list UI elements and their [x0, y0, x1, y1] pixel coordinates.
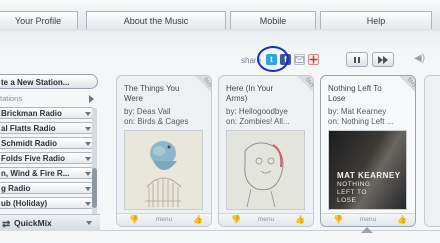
track-title[interactable]: The Things You Were — [124, 84, 194, 104]
track-card[interactable]: buy The Things You Were by: Deas Vail on… — [116, 75, 212, 227]
station-item[interactable]: Brickman Radio — [0, 107, 96, 119]
myspace-share-icon[interactable] — [308, 54, 319, 65]
track-card[interactable]: buy Here (In Your Arms) by: Hellogoodbye… — [218, 75, 314, 227]
track-title[interactable]: Nothing Left To Lose — [328, 84, 398, 104]
track-card-next-peek — [424, 75, 440, 227]
tab-about-the-music[interactable]: About the Music — [86, 11, 226, 29]
volume-icon[interactable]: ◀) — [414, 53, 425, 64]
stations-header[interactable]: tations — [0, 94, 96, 106]
station-label: n, Wind & Fire R... — [1, 169, 70, 178]
track-album[interactable]: on: Zombies! All... — [226, 117, 312, 127]
album-art[interactable]: MAT KEARNEY NOTHING LEFT TO LOSE — [328, 130, 407, 210]
chevron-down-icon[interactable] — [85, 127, 91, 131]
station-item[interactable]: Folds Five Radio — [0, 152, 96, 164]
tab-your-profile[interactable]: Your Profile — [0, 11, 78, 29]
chevron-down-icon[interactable] — [85, 112, 91, 116]
thumbs-up-icon[interactable]: 👍 — [397, 214, 407, 226]
track-artist[interactable]: by: Hellogoodbye — [226, 107, 312, 117]
card-footer: 👎 menu 👍 — [219, 213, 313, 226]
chevron-down-icon[interactable] — [86, 221, 92, 225]
station-label: Brickman Radio — [1, 109, 62, 118]
track-album[interactable]: on: Birds & Cages — [124, 117, 210, 127]
track-title[interactable]: Here (In Your Arms) — [226, 84, 296, 104]
station-item[interactable]: g Radio — [0, 182, 96, 194]
scrollbar-thumb[interactable] — [92, 168, 97, 208]
album-art[interactable] — [226, 130, 305, 210]
thumbs-up-icon[interactable]: 👍 — [295, 214, 305, 226]
card-footer: 👎 menu 👍 — [117, 213, 211, 226]
sidebar-scrollbar[interactable] — [92, 108, 97, 218]
top-nav: Your Profile About the Music Mobile Help — [0, 0, 440, 32]
divider — [100, 230, 440, 231]
album-art-title-line: NOTHING — [337, 181, 371, 188]
album-art-title-line: LOSE — [337, 197, 357, 204]
create-new-station-button[interactable]: te a New Station... — [0, 74, 98, 89]
chevron-down-icon[interactable] — [85, 172, 91, 176]
track-album[interactable]: on: Nothing Left ... — [328, 117, 414, 127]
shuffle-icon: ⇄ — [2, 219, 11, 230]
skip-button[interactable] — [372, 52, 394, 67]
station-sidebar: te a New Station... tations Brickman Rad… — [0, 74, 100, 237]
chevron-down-icon[interactable] — [85, 157, 91, 161]
share-highlight-circle — [257, 46, 289, 72]
station-list: Brickman Radio al Flatts Radio Schmidt R… — [0, 107, 96, 212]
station-label: ub (Holiday) — [1, 199, 48, 208]
station-label: Folds Five Radio — [1, 154, 66, 163]
stations-header-label: tations — [0, 94, 23, 103]
track-artist[interactable]: by: Mat Kearney — [328, 107, 414, 117]
station-label: g Radio — [1, 184, 31, 193]
card-footer: 👎 menu 👍 — [321, 213, 415, 226]
album-art-artist: MAT KEARNEY — [337, 171, 401, 180]
quickmix-station[interactable]: ⇄ QuickMix — [0, 214, 100, 231]
album-art[interactable] — [124, 130, 203, 210]
station-item[interactable]: al Flatts Radio — [0, 122, 96, 134]
station-item[interactable]: ub (Holiday) — [0, 197, 96, 209]
skip-icon-second — [383, 56, 388, 64]
email-share-icon[interactable] — [294, 54, 305, 65]
station-item[interactable]: n, Wind & Fire R... — [0, 167, 96, 179]
header-band — [0, 31, 440, 51]
chevron-right-icon — [89, 95, 94, 103]
pause-icon — [354, 57, 356, 63]
quickmix-label: QuickMix — [14, 218, 52, 228]
menu-pointer — [361, 227, 373, 233]
track-artist[interactable]: by: Deas Vail — [124, 107, 210, 117]
chevron-down-icon[interactable] — [85, 187, 91, 191]
station-label: al Flatts Radio — [1, 124, 56, 133]
track-card-now-playing[interactable]: buy Nothing Left To Lose by: Mat Kearney… — [320, 75, 416, 227]
pause-icon-bar — [358, 57, 360, 63]
chevron-down-icon[interactable] — [85, 202, 91, 206]
tab-mobile[interactable]: Mobile — [230, 11, 316, 29]
thumbs-up-icon[interactable]: 👍 — [193, 214, 203, 226]
tab-help[interactable]: Help — [320, 11, 432, 29]
chevron-down-icon[interactable] — [85, 142, 91, 146]
pause-button[interactable] — [346, 52, 368, 67]
station-label: Schmidt Radio — [1, 139, 58, 148]
station-item[interactable]: Schmidt Radio — [0, 137, 96, 149]
album-art-title-line: LEFT TO — [337, 189, 367, 196]
